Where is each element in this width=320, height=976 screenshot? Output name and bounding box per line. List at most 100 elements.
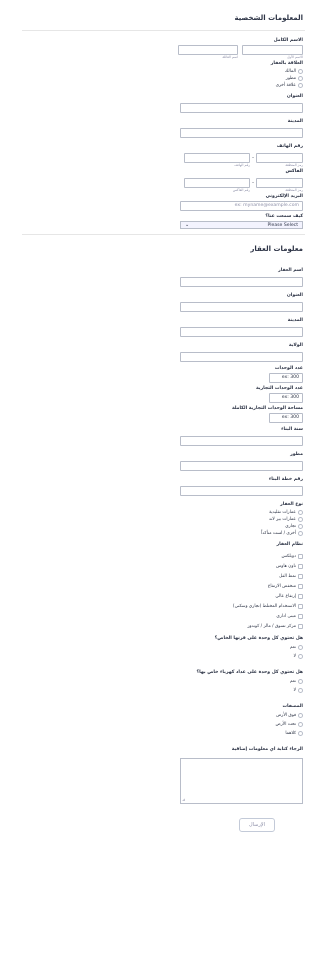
developer-input[interactable] bbox=[180, 461, 303, 471]
commercial-units-input[interactable]: ex: 300 bbox=[269, 393, 303, 403]
phone-dash: - bbox=[252, 155, 254, 161]
radio-circle-icon[interactable] bbox=[298, 76, 303, 81]
first-name-input[interactable] bbox=[242, 45, 303, 55]
parking-label: المصفات bbox=[282, 704, 303, 709]
chevron-down-icon: ⌄ bbox=[185, 222, 190, 228]
property-name-input[interactable] bbox=[180, 277, 303, 287]
relation-option-other[interactable]: علاقة أخرى bbox=[22, 82, 305, 89]
property-state-label: الولاية bbox=[288, 343, 303, 348]
phone-row: رمز المنطقة - رقم الهاتف bbox=[22, 153, 305, 168]
checkbox-icon[interactable] bbox=[298, 603, 303, 609]
submit-button[interactable]: الإرسال bbox=[239, 818, 275, 832]
radio-circle-icon[interactable] bbox=[298, 688, 303, 693]
relation-label: العلاقة بالعقار bbox=[270, 61, 303, 66]
address-input[interactable] bbox=[180, 103, 303, 113]
checkbox-icon[interactable] bbox=[298, 553, 303, 559]
commercial-units-label: عدد الوحدات التجارية bbox=[255, 386, 303, 391]
property-type-option[interactable]: تجاري bbox=[22, 523, 305, 530]
fax-label: الفاكس bbox=[285, 169, 304, 174]
radio-circle-icon[interactable] bbox=[298, 645, 303, 650]
email-label: البريد الإلكتروني bbox=[265, 194, 303, 199]
parking-option-above[interactable]: فوق الأرض bbox=[22, 711, 305, 720]
address-label: العنوان bbox=[286, 94, 303, 99]
property-type-label: نوع العقار bbox=[280, 502, 303, 507]
parking-option-below[interactable]: تحت الأرض bbox=[22, 720, 305, 729]
property-system-option[interactable]: الاستخدام المختلط (تجاري وسكني) bbox=[22, 601, 305, 611]
units-input[interactable]: ex: 300 bbox=[269, 373, 303, 383]
property-system-option[interactable]: نمط الفل bbox=[22, 571, 305, 581]
fax-area-input[interactable] bbox=[256, 178, 303, 188]
source-label: كيف سمعت عنا؟ bbox=[265, 214, 303, 219]
property-system-option[interactable]: دوبلكس bbox=[22, 551, 305, 561]
property-city-input[interactable] bbox=[180, 327, 303, 337]
radio-circle-icon[interactable] bbox=[298, 654, 303, 659]
source-select[interactable]: Please Select ⌄ bbox=[180, 221, 303, 229]
property-type-option[interactable]: عمارات بير لاند bbox=[22, 516, 305, 523]
property-system-option[interactable]: مركز تسوق / مالز / كوندوز bbox=[22, 621, 305, 631]
plan-number-label: رقم خطة البناء bbox=[268, 477, 303, 482]
full-name-row: الاسم الأول اسم العائلة bbox=[22, 45, 305, 60]
radio-circle-icon[interactable] bbox=[298, 722, 303, 727]
phone-area-input[interactable] bbox=[256, 153, 303, 163]
extra-info-textarea[interactable]: ⊿ bbox=[180, 758, 303, 804]
property-system-option[interactable]: مبنى اداري bbox=[22, 611, 305, 621]
property-address-input[interactable] bbox=[180, 302, 303, 312]
radio-circle-icon[interactable] bbox=[298, 731, 303, 736]
parking-option-both[interactable]: كلاهما bbox=[22, 729, 305, 738]
section-divider bbox=[22, 234, 305, 235]
property-city-label: المدينة bbox=[287, 318, 303, 323]
electric-meter-option-yes[interactable]: نعم bbox=[22, 677, 305, 686]
property-section-title: معلومات العقار bbox=[250, 245, 303, 253]
fax-number-input[interactable] bbox=[184, 178, 250, 188]
property-state-input[interactable] bbox=[180, 352, 303, 362]
radio-circle-icon[interactable] bbox=[298, 517, 303, 522]
unit-furnace-option-yes[interactable]: نعم bbox=[22, 643, 305, 652]
relation-option-owner[interactable]: المالك bbox=[22, 68, 305, 75]
commercial-area-label: مساحة الوحدات التجارية الكاملة bbox=[231, 406, 303, 411]
unit-furnace-option-no[interactable]: لا bbox=[22, 652, 305, 661]
checkbox-icon[interactable] bbox=[298, 573, 303, 579]
checkbox-icon[interactable] bbox=[298, 623, 303, 629]
property-system-option[interactable]: منخفض الارتفاع bbox=[22, 581, 305, 591]
checkbox-icon[interactable] bbox=[298, 563, 303, 569]
source-selected-value: Please Select bbox=[267, 222, 298, 228]
electric-meter-option-no[interactable]: لا bbox=[22, 686, 305, 695]
radio-circle-icon[interactable] bbox=[298, 531, 303, 536]
full-name-label: الاسم الكامل bbox=[273, 38, 303, 43]
city-input[interactable] bbox=[180, 128, 303, 138]
email-input[interactable]: ex: myname@example.com bbox=[180, 201, 303, 211]
last-name-input[interactable] bbox=[178, 45, 238, 55]
radio-circle-icon[interactable] bbox=[298, 83, 303, 88]
phone-label: رقم الهاتف bbox=[276, 144, 303, 149]
radio-circle-icon[interactable] bbox=[298, 510, 303, 515]
property-system-option[interactable]: تاون هاوس bbox=[22, 561, 305, 571]
property-type-option[interactable]: عمارات تقليدية bbox=[22, 509, 305, 516]
relation-option-developer[interactable]: مطور bbox=[22, 75, 305, 82]
phone-number-input[interactable] bbox=[184, 153, 250, 163]
city-label: المدينة bbox=[287, 119, 303, 124]
property-address-label: العنوان bbox=[286, 293, 303, 298]
radio-circle-icon[interactable] bbox=[298, 524, 303, 529]
fax-number-sublabel: رقم الفاكس bbox=[232, 188, 250, 192]
fax-dash: - bbox=[252, 180, 254, 186]
property-name-label: اسم العقار bbox=[278, 268, 303, 273]
electric-meter-label: هل تحتوي كل وحدة على عداد كهرباء خاص بها… bbox=[196, 670, 304, 675]
checkbox-icon[interactable] bbox=[298, 583, 303, 589]
checkbox-icon[interactable] bbox=[298, 593, 303, 599]
last-name-sublabel: اسم العائلة bbox=[222, 55, 238, 59]
commercial-area-input[interactable]: ex: 300 bbox=[269, 413, 303, 423]
section-divider bbox=[22, 30, 305, 31]
radio-circle-icon[interactable] bbox=[298, 713, 303, 718]
property-type-option[interactable]: أخرى / لست متأكداً bbox=[22, 530, 305, 537]
units-label: عدد الوحدات bbox=[274, 366, 303, 371]
resize-grip-icon[interactable]: ⊿ bbox=[182, 797, 185, 802]
radio-circle-icon[interactable] bbox=[298, 69, 303, 74]
plan-number-input[interactable] bbox=[180, 486, 303, 496]
form-page: المعلومات الشخصية الاسم الكامل الاسم الأ… bbox=[10, 0, 320, 976]
personal-section-title: المعلومات الشخصية bbox=[234, 14, 303, 22]
property-system-option[interactable]: إرتفاع عالي bbox=[22, 591, 305, 601]
unit-furnace-label: هل تحتوي كل وحدة على فرنها الخاص؟ bbox=[214, 636, 303, 641]
checkbox-icon[interactable] bbox=[298, 613, 303, 619]
radio-circle-icon[interactable] bbox=[298, 679, 303, 684]
year-built-input[interactable] bbox=[180, 436, 303, 446]
